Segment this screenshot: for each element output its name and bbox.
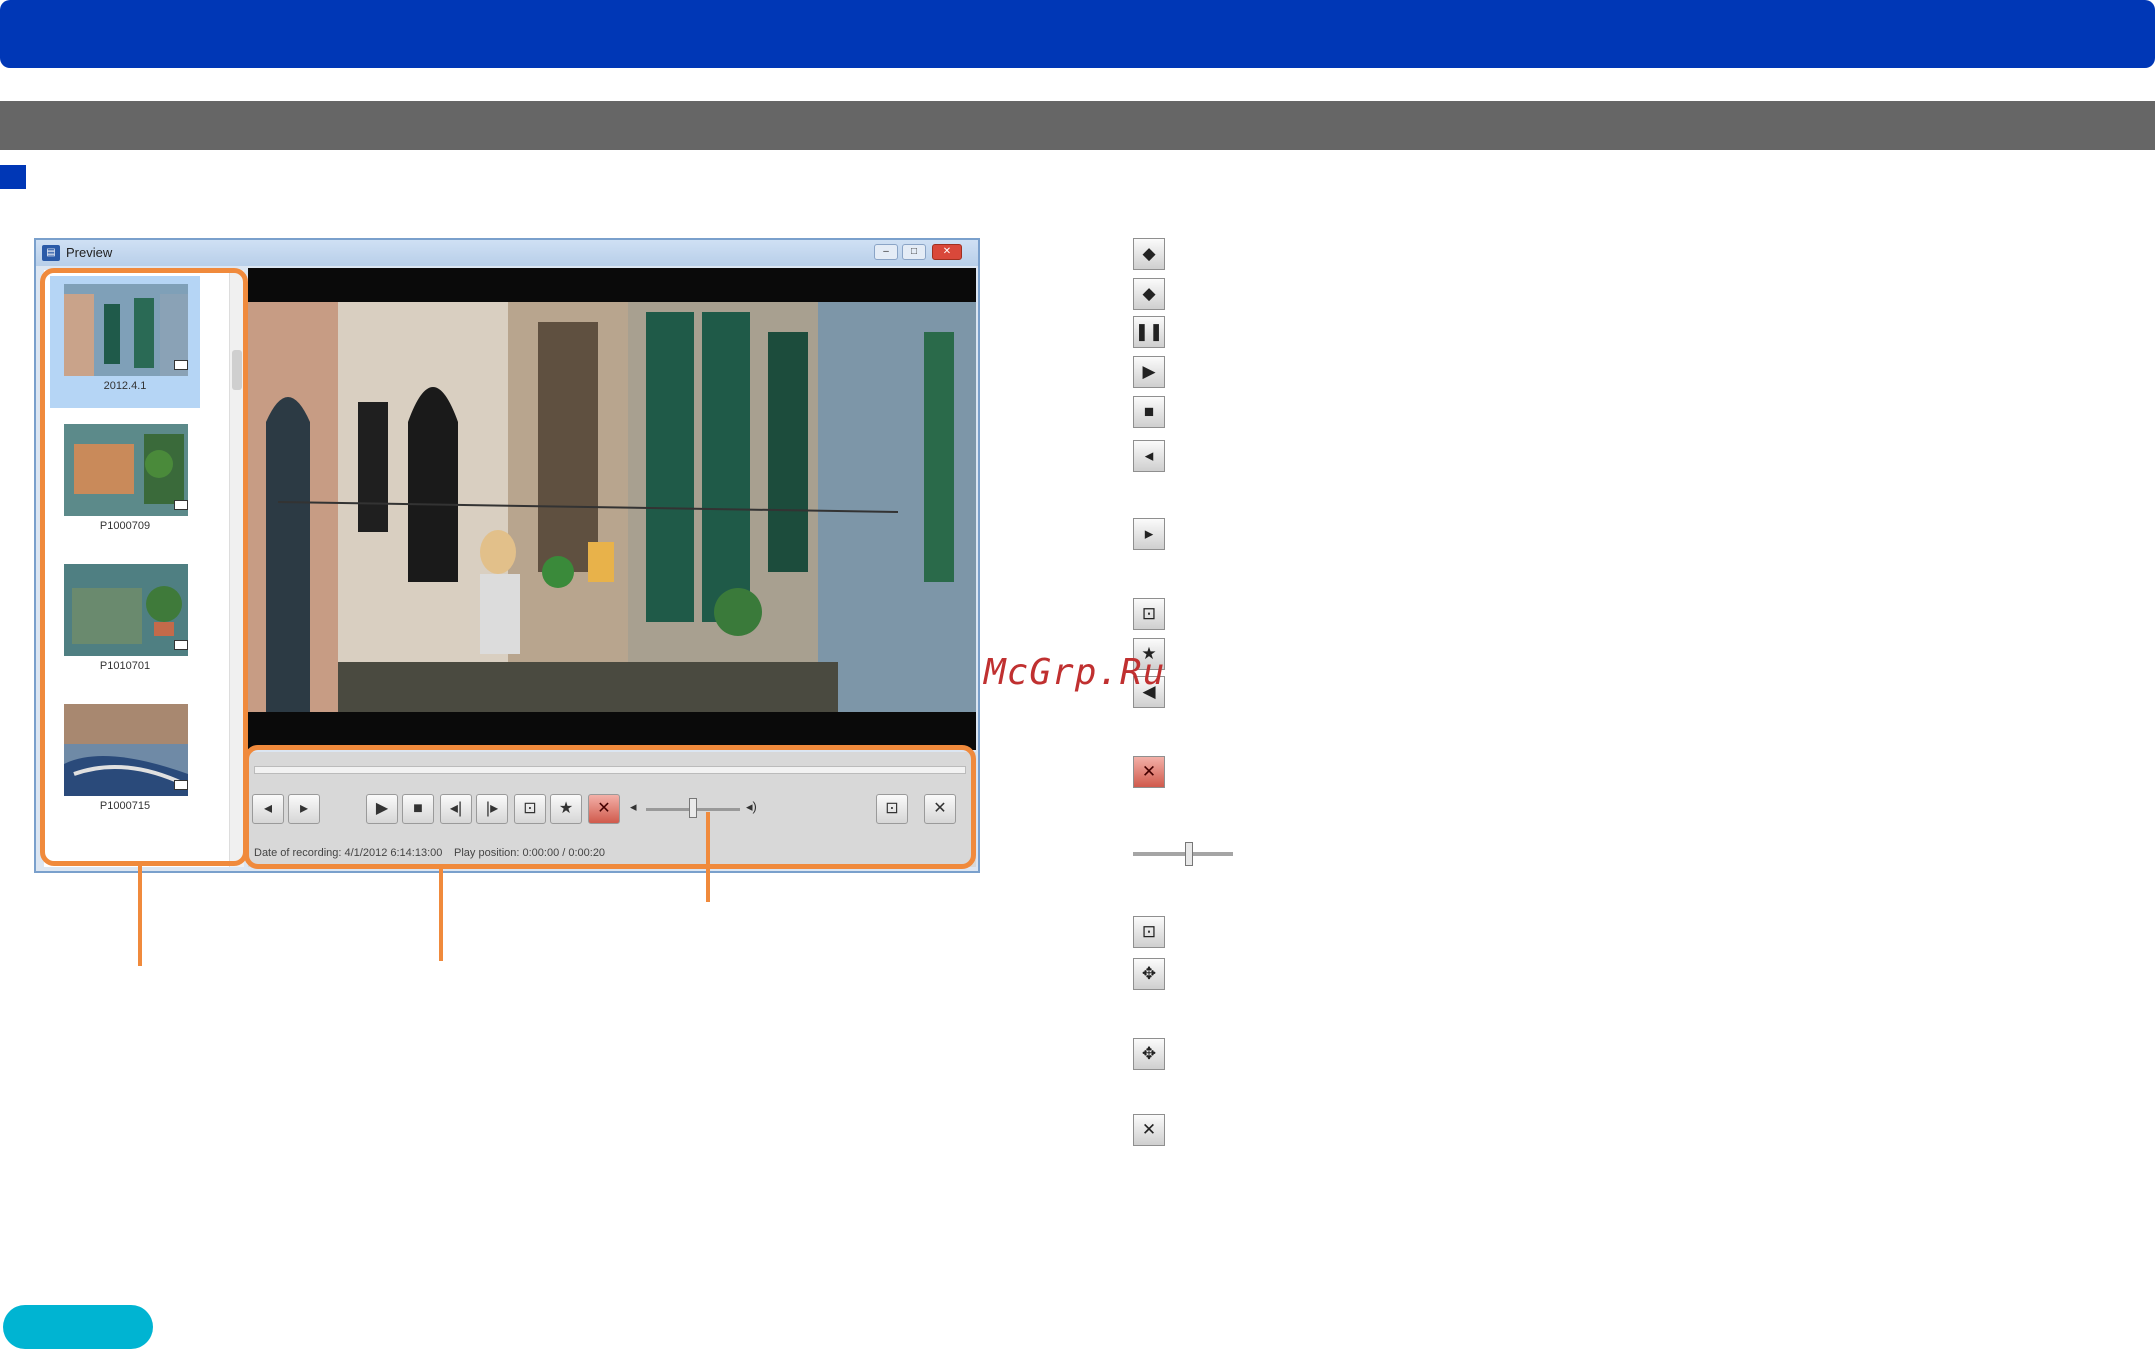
callout-line — [706, 812, 710, 902]
restore-icon: ✥ — [1133, 1038, 1165, 1070]
watermark: McGrp.Ru — [984, 652, 1166, 693]
fullscreen-icon: ⊡ — [1133, 916, 1165, 948]
previous-scene-icon: ◆ — [1133, 238, 1165, 270]
minimize-button[interactable]: – — [874, 244, 898, 260]
expand-icon: ✥ — [1133, 958, 1165, 990]
video-frame — [248, 268, 976, 750]
pause-icon: ❚❚ — [1133, 316, 1165, 348]
mute-icon: ✕ — [1133, 756, 1165, 788]
controls-area-highlight — [244, 745, 976, 869]
callout-line — [439, 869, 443, 961]
preview-app-icon: ▤ — [42, 245, 60, 261]
section-bar — [0, 101, 2155, 150]
thumbnail-area-highlight — [40, 268, 248, 866]
callout-line — [138, 866, 142, 966]
maximize-button[interactable]: □ — [902, 244, 926, 260]
close-icon: ✕ — [1133, 1114, 1165, 1146]
next-scene-icon: ◆ — [1133, 278, 1165, 310]
page-tab-pill[interactable] — [3, 1305, 153, 1349]
stop-icon: ■ — [1133, 396, 1165, 428]
frame-back-icon: ◂ — [1133, 440, 1165, 472]
save-still-icon: ⊡ — [1133, 598, 1165, 630]
frame-forward-icon: ▸ — [1133, 518, 1165, 550]
header-bar — [0, 0, 2155, 68]
window-title: Preview — [66, 245, 113, 260]
volume-slider-icon — [1133, 840, 1233, 868]
play-icon: ▶ — [1133, 356, 1165, 388]
window-title-bar: ▤ Preview – □ ✕ — [36, 240, 978, 266]
window-close-button[interactable]: ✕ — [932, 244, 962, 260]
section-marker — [0, 165, 26, 189]
video-still-image — [248, 302, 976, 712]
